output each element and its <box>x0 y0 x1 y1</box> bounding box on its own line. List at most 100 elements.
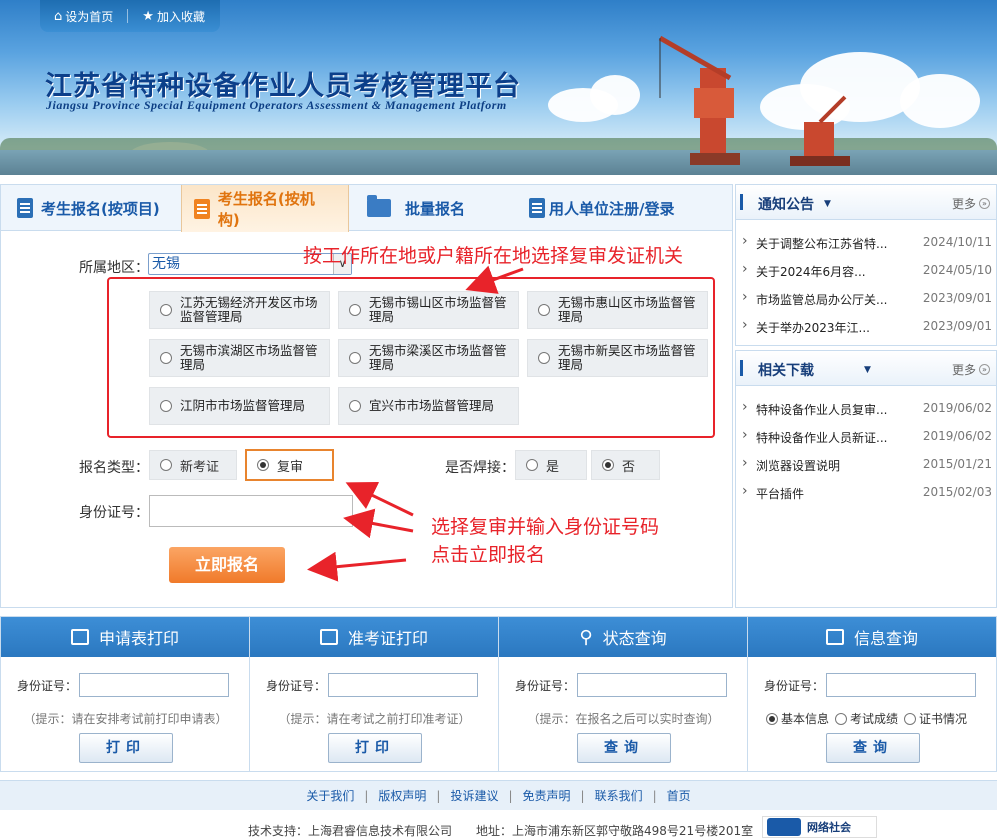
downloads-more-link[interactable]: 更多» <box>952 361 990 378</box>
footer-link-complaint[interactable]: 投诉建议 <box>450 787 498 804</box>
weld-yes-radio[interactable]: 是 <box>515 450 587 480</box>
download-item[interactable]: 平台插件2015/02/03 <box>742 483 992 502</box>
tab-register-by-project[interactable]: 考生报名(按项目) <box>17 185 160 231</box>
folder-icon <box>367 195 391 217</box>
agency-option[interactable]: 无锡市梁溪区市场监督管理局 <box>338 339 519 377</box>
excavator-illustration <box>790 95 850 166</box>
footer-info: 技术支持：上海君睿信息技术有限公司 地址：上海市浦东新区郭守敬路498号21号楼… <box>248 822 753 838</box>
police-badge-icon <box>767 818 801 836</box>
id-label: 身份证号： <box>17 679 78 693</box>
agency-option[interactable]: 无锡市滨湖区市场监督管理局 <box>149 339 330 377</box>
id-number-input[interactable] <box>826 673 976 697</box>
add-favorite-link[interactable]: ★ 加入收藏 <box>142 8 205 25</box>
panel-header: ⚲ 状态查询 <box>499 617 747 657</box>
notice-item[interactable]: 关于2024年6月容...2024/05/10 <box>742 261 992 280</box>
radio-icon <box>349 304 361 316</box>
type-new-radio[interactable]: 新考证 <box>149 450 237 480</box>
radio-icon <box>835 712 848 725</box>
id-number-input[interactable] <box>328 673 478 697</box>
id-number-input[interactable] <box>577 673 727 697</box>
agency-option[interactable]: 宜兴市市场监督管理局 <box>338 387 519 425</box>
divider: | <box>652 788 657 803</box>
list-icon <box>825 629 844 645</box>
id-label: 身份证号： <box>764 679 825 693</box>
hint-text: （提示：请在安排考试前打印申请表） <box>23 712 228 726</box>
radio-icon <box>257 459 269 471</box>
downloads-title: 相关下载 <box>758 363 814 379</box>
home-icon: ⌂ <box>54 8 63 24</box>
cloud-decoration <box>900 74 980 128</box>
radio-basic-info[interactable]: 基本信息 <box>766 710 829 727</box>
agency-option[interactable]: 江苏无锡经济开发区市场监督管理局 <box>149 291 330 329</box>
footer-link-copyright[interactable]: 版权声明 <box>378 787 426 804</box>
agency-option[interactable]: 无锡市惠山区市场监督管理局 <box>527 291 708 329</box>
crane-illustration <box>658 35 740 165</box>
downloads-box: 相关下载 ▼ 更多» 特种设备作业人员复审...2019/06/02 特种设备作… <box>735 350 997 608</box>
notice-item[interactable]: 市场监管总局办公厅关...2023/09/01 <box>742 289 992 308</box>
footer-link-about[interactable]: 关于我们 <box>306 787 354 804</box>
id-label: 身份证号： <box>266 679 327 693</box>
hint-text: （提示：在报名之后可以实时查询） <box>527 712 720 726</box>
query-panels: 申请表打印 身份证号： （提示：请在安排考试前打印申请表） 打印 准考证打印 身… <box>0 616 997 772</box>
footer-link-home[interactable]: 首页 <box>667 787 691 804</box>
id-number-input[interactable] <box>149 495 353 527</box>
accent-bar <box>740 194 743 210</box>
footer-link-disclaimer[interactable]: 免责声明 <box>523 787 571 804</box>
footer-link-contact[interactable]: 联系我们 <box>595 787 643 804</box>
submit-register-button[interactable]: 立即报名 <box>169 547 285 583</box>
print-application-button[interactable]: 打印 <box>79 733 173 763</box>
weld-no-radio[interactable]: 否 <box>591 450 660 480</box>
radio-certificate[interactable]: 证书情况 <box>904 710 967 727</box>
type-label: 报名类型： <box>79 460 149 476</box>
download-item[interactable]: 浏览器设置说明2015/01/21 <box>742 455 992 474</box>
panel-status-query: ⚲ 状态查询 身份证号： （提示：在报名之后可以实时查询） 查询 <box>499 617 748 771</box>
radio-exam-score[interactable]: 考试成绩 <box>835 710 898 727</box>
id-number-input[interactable] <box>79 673 229 697</box>
divider: | <box>508 788 513 803</box>
radio-icon <box>160 400 172 412</box>
notice-title: 通知公告 <box>758 197 814 213</box>
annotation-line2: 点击立即报名 <box>431 544 546 566</box>
info-type-radios: 基本信息 考试成绩 证书情况 <box>766 710 967 727</box>
notice-more-link[interactable]: 更多» <box>952 195 990 212</box>
status-query-button[interactable]: 查询 <box>577 733 671 763</box>
arrow-to-submit <box>307 551 407 582</box>
set-home-link[interactable]: ⌂ 设为首页 <box>54 8 113 25</box>
id-label: 身份证号： <box>79 505 149 521</box>
double-chevron-icon: » <box>979 364 990 375</box>
tab-register-by-agency[interactable]: 考生报名(按机构) <box>181 185 349 232</box>
tab-batch-register[interactable]: 批量报名 <box>367 185 465 231</box>
info-query-button[interactable]: 查询 <box>826 733 920 763</box>
radio-icon <box>160 459 172 471</box>
address-text: 地址：上海市浦东新区郭守敬路498号21号楼201室 <box>476 824 754 838</box>
print-admission-button[interactable]: 打印 <box>328 733 422 763</box>
arrow-to-review <box>345 481 414 517</box>
agency-option[interactable]: 江阴市市场监督管理局 <box>149 387 330 425</box>
download-item[interactable]: 特种设备作业人员新证...2019/06/02 <box>742 427 992 446</box>
registration-tabs: 考生报名(按项目) 考生报名(按机构) 批量报名 用人单位注册/登录 <box>1 185 732 232</box>
notice-header: 通知公告 ▼ 更多» <box>736 185 996 220</box>
divider: | <box>580 788 585 803</box>
top-utility-bar: ⌂ 设为首页 ★ 加入收藏 <box>40 0 220 32</box>
notice-item[interactable]: 关于调整公布江苏省特...2024/10/11 <box>742 233 992 252</box>
agency-option[interactable]: 无锡市新吴区市场监督管理局 <box>527 339 708 377</box>
registration-panel: 考生报名(按项目) 考生报名(按机构) 批量报名 用人单位注册/登录 所属地区：… <box>0 184 733 608</box>
document-icon <box>17 198 33 218</box>
type-review-radio[interactable]: 复审 <box>245 449 334 481</box>
radio-icon <box>349 400 361 412</box>
tab-employer-login[interactable]: 用人单位注册/登录 <box>529 185 674 231</box>
footer-nav: 关于我们 | 版权声明 | 投诉建议 | 免责声明 | 联系我们 | 首页 <box>0 780 997 810</box>
caret-down-icon: ▼ <box>824 199 831 209</box>
annotation-top: 按工作所在地或户籍所在地选择复审发证机关 <box>303 245 684 267</box>
agency-option[interactable]: 无锡市锡山区市场监督管理局 <box>338 291 519 329</box>
tech-support-text: 技术支持：上海君睿信息技术有限公司 <box>248 824 453 838</box>
radio-icon <box>766 712 778 725</box>
panel-info-query: 信息查询 身份证号： 基本信息 考试成绩 证书情况 查询 <box>748 617 996 771</box>
annotation-line1: 选择复审并输入身份证号码 <box>431 516 660 538</box>
downloads-header: 相关下载 ▼ 更多» <box>736 351 996 386</box>
network-badge[interactable]: 网络社会 <box>762 816 877 838</box>
notice-item[interactable]: 关于举办2023年江...2023/09/01 <box>742 317 992 336</box>
radio-icon <box>160 352 172 364</box>
download-item[interactable]: 特种设备作业人员复审...2019/06/02 <box>742 399 992 418</box>
radio-icon <box>602 459 614 471</box>
